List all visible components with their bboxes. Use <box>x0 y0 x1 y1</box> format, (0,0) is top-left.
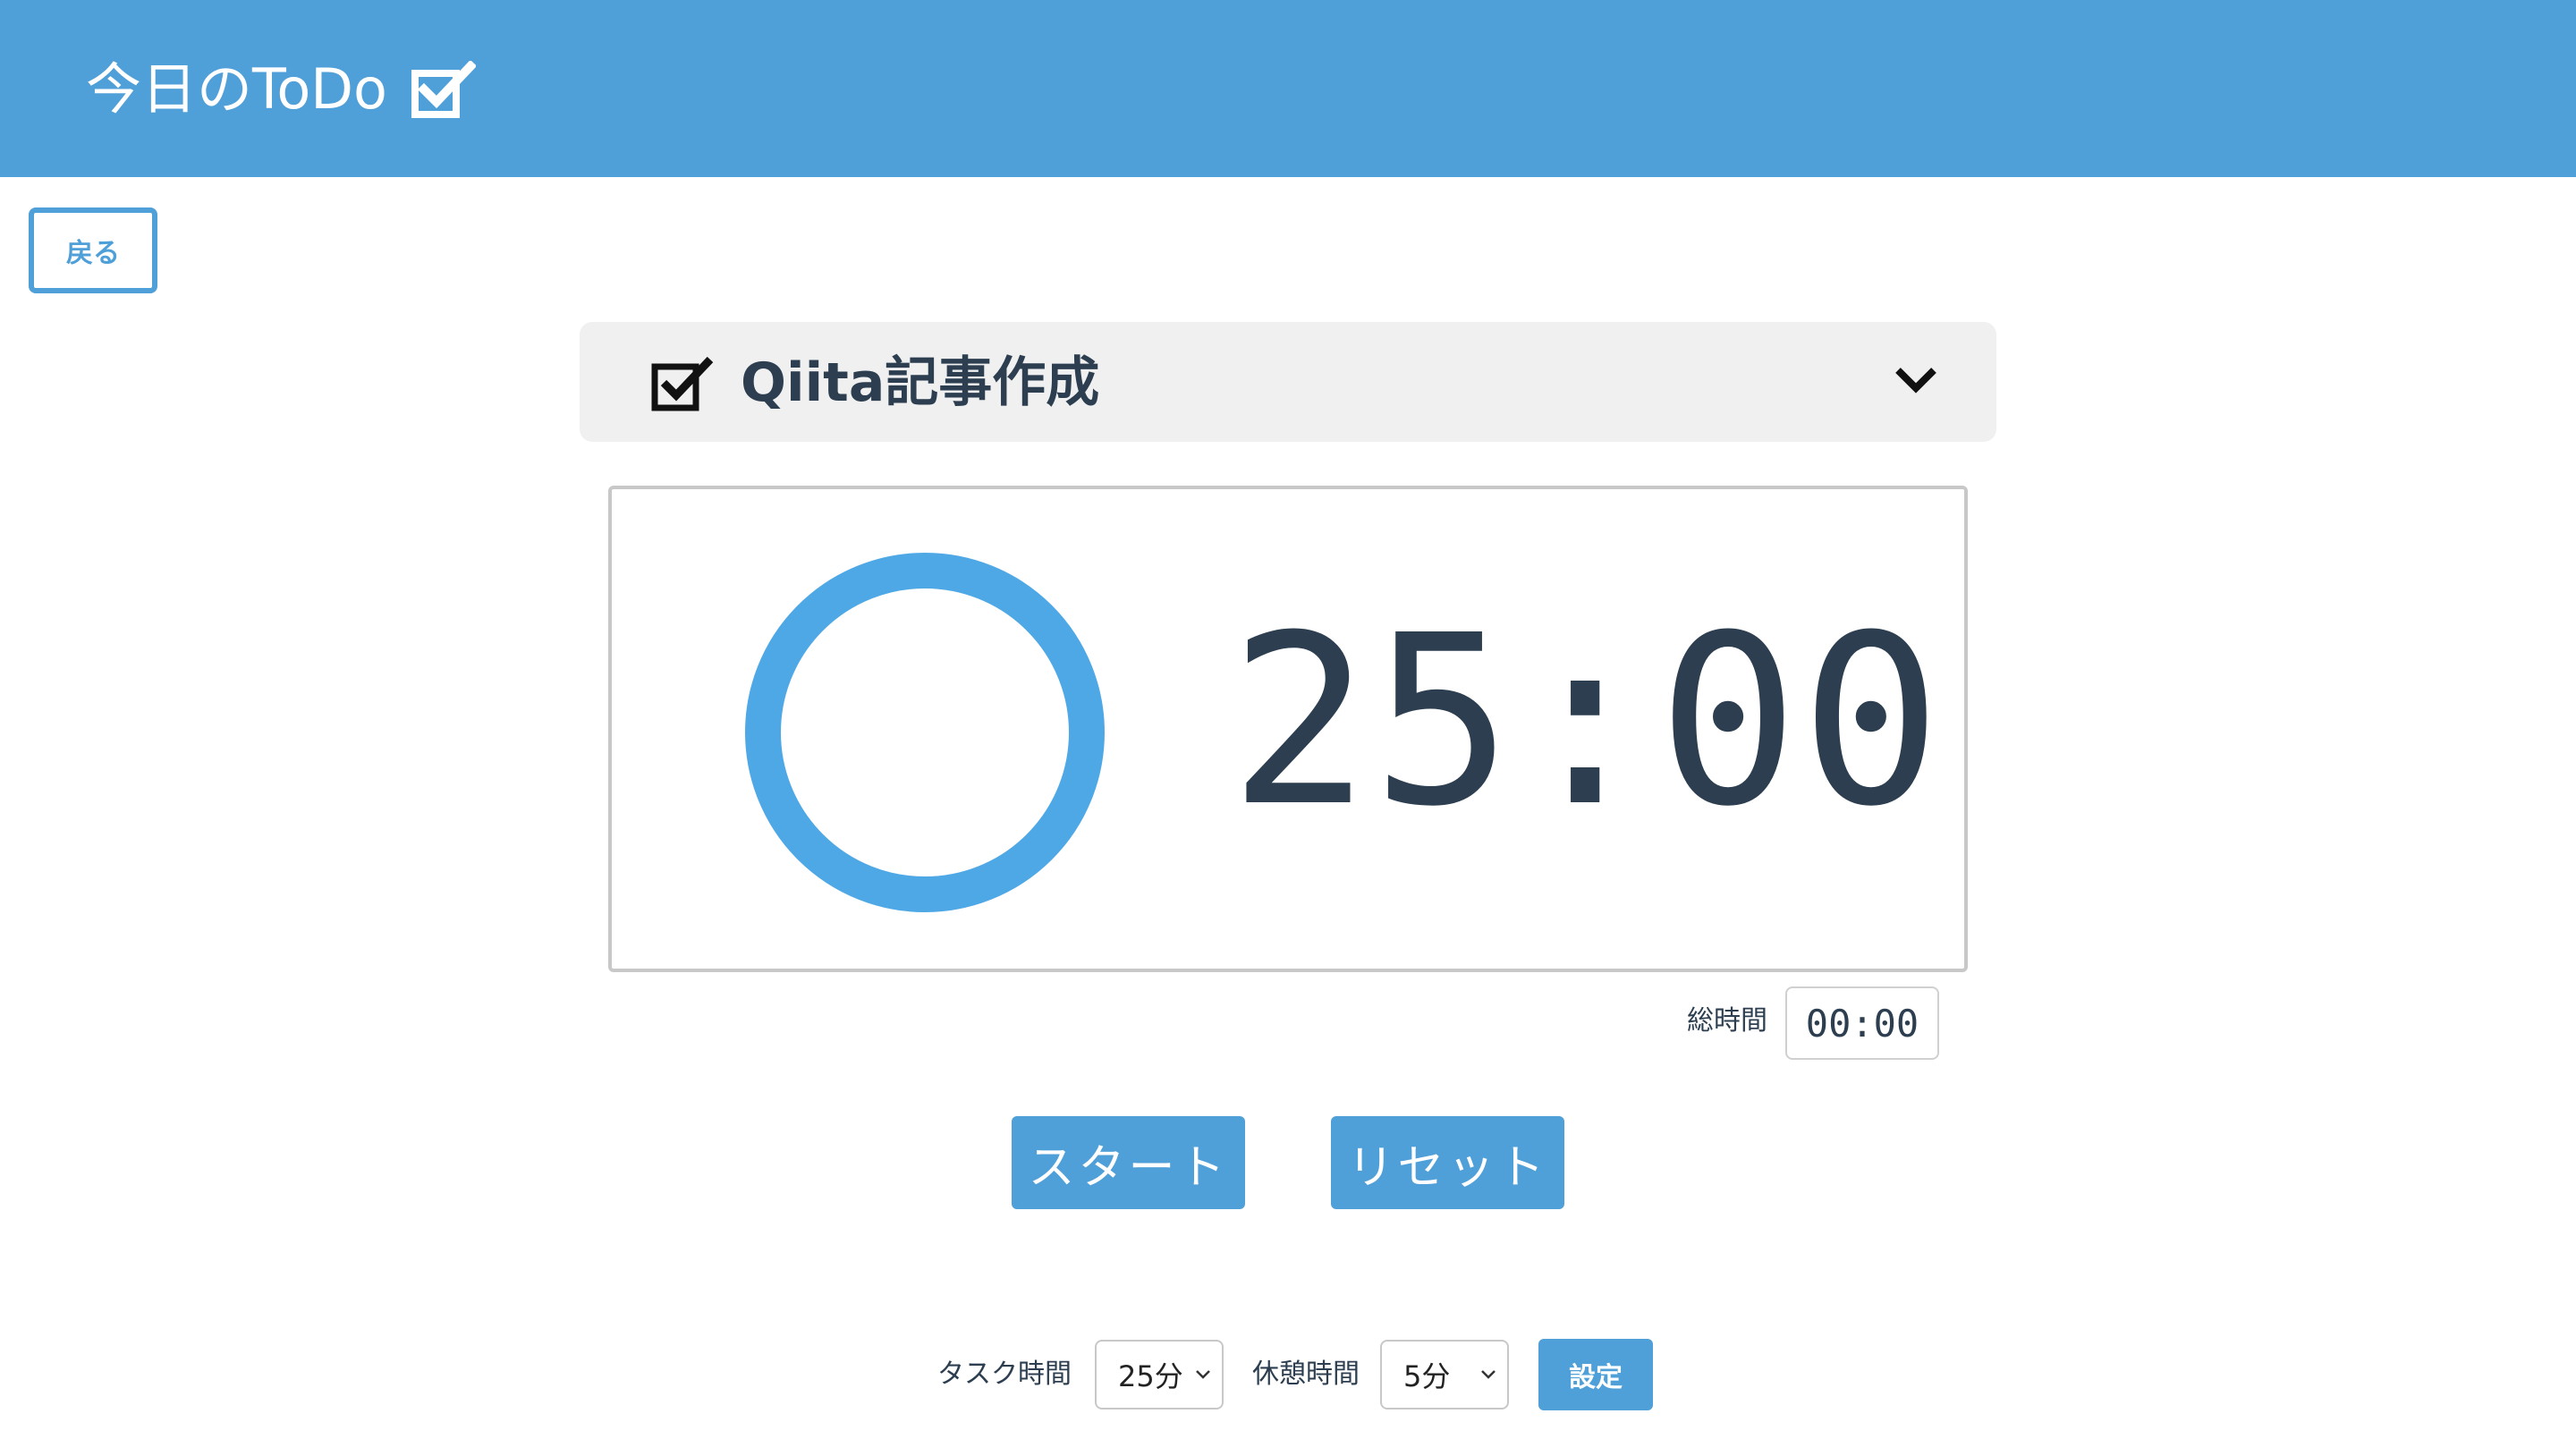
break-time-value: 5分 <box>1403 1359 1451 1393</box>
back-button[interactable]: 戻る <box>29 207 157 293</box>
break-time-select[interactable]: 5分 <box>1380 1340 1509 1409</box>
task-time-value: 25分 <box>1118 1359 1183 1393</box>
start-button[interactable]: スタート <box>1012 1116 1245 1209</box>
checkbox-checked-icon <box>651 356 714 411</box>
chevron-down-icon <box>1481 1370 1496 1379</box>
reset-button[interactable]: リセット <box>1331 1116 1564 1209</box>
task-time-label: タスク時間 <box>937 1359 1072 1390</box>
chevron-down-icon <box>1196 1370 1210 1379</box>
checkbox-checked-icon <box>411 61 476 118</box>
task-header[interactable]: Qiita記事作成 <box>580 322 1996 442</box>
total-time-label: 総時間 <box>1687 1005 1767 1037</box>
timer-panel: 25:00 <box>608 486 1968 972</box>
break-time-label: 休憩時間 <box>1252 1359 1360 1390</box>
progress-ring <box>745 553 1105 912</box>
task-time-select[interactable]: 25分 <box>1095 1340 1224 1409</box>
total-time-value: 00:00 <box>1785 986 1939 1060</box>
app-title: 今日のToDo <box>86 56 387 122</box>
app-header: 今日のToDo <box>0 0 2576 177</box>
set-button[interactable]: 設定 <box>1538 1339 1653 1410</box>
timer-display: 25:00 <box>1229 585 1944 858</box>
chevron-down-icon[interactable] <box>1893 361 1939 397</box>
task-title: Qiita記事作成 <box>741 351 1100 414</box>
